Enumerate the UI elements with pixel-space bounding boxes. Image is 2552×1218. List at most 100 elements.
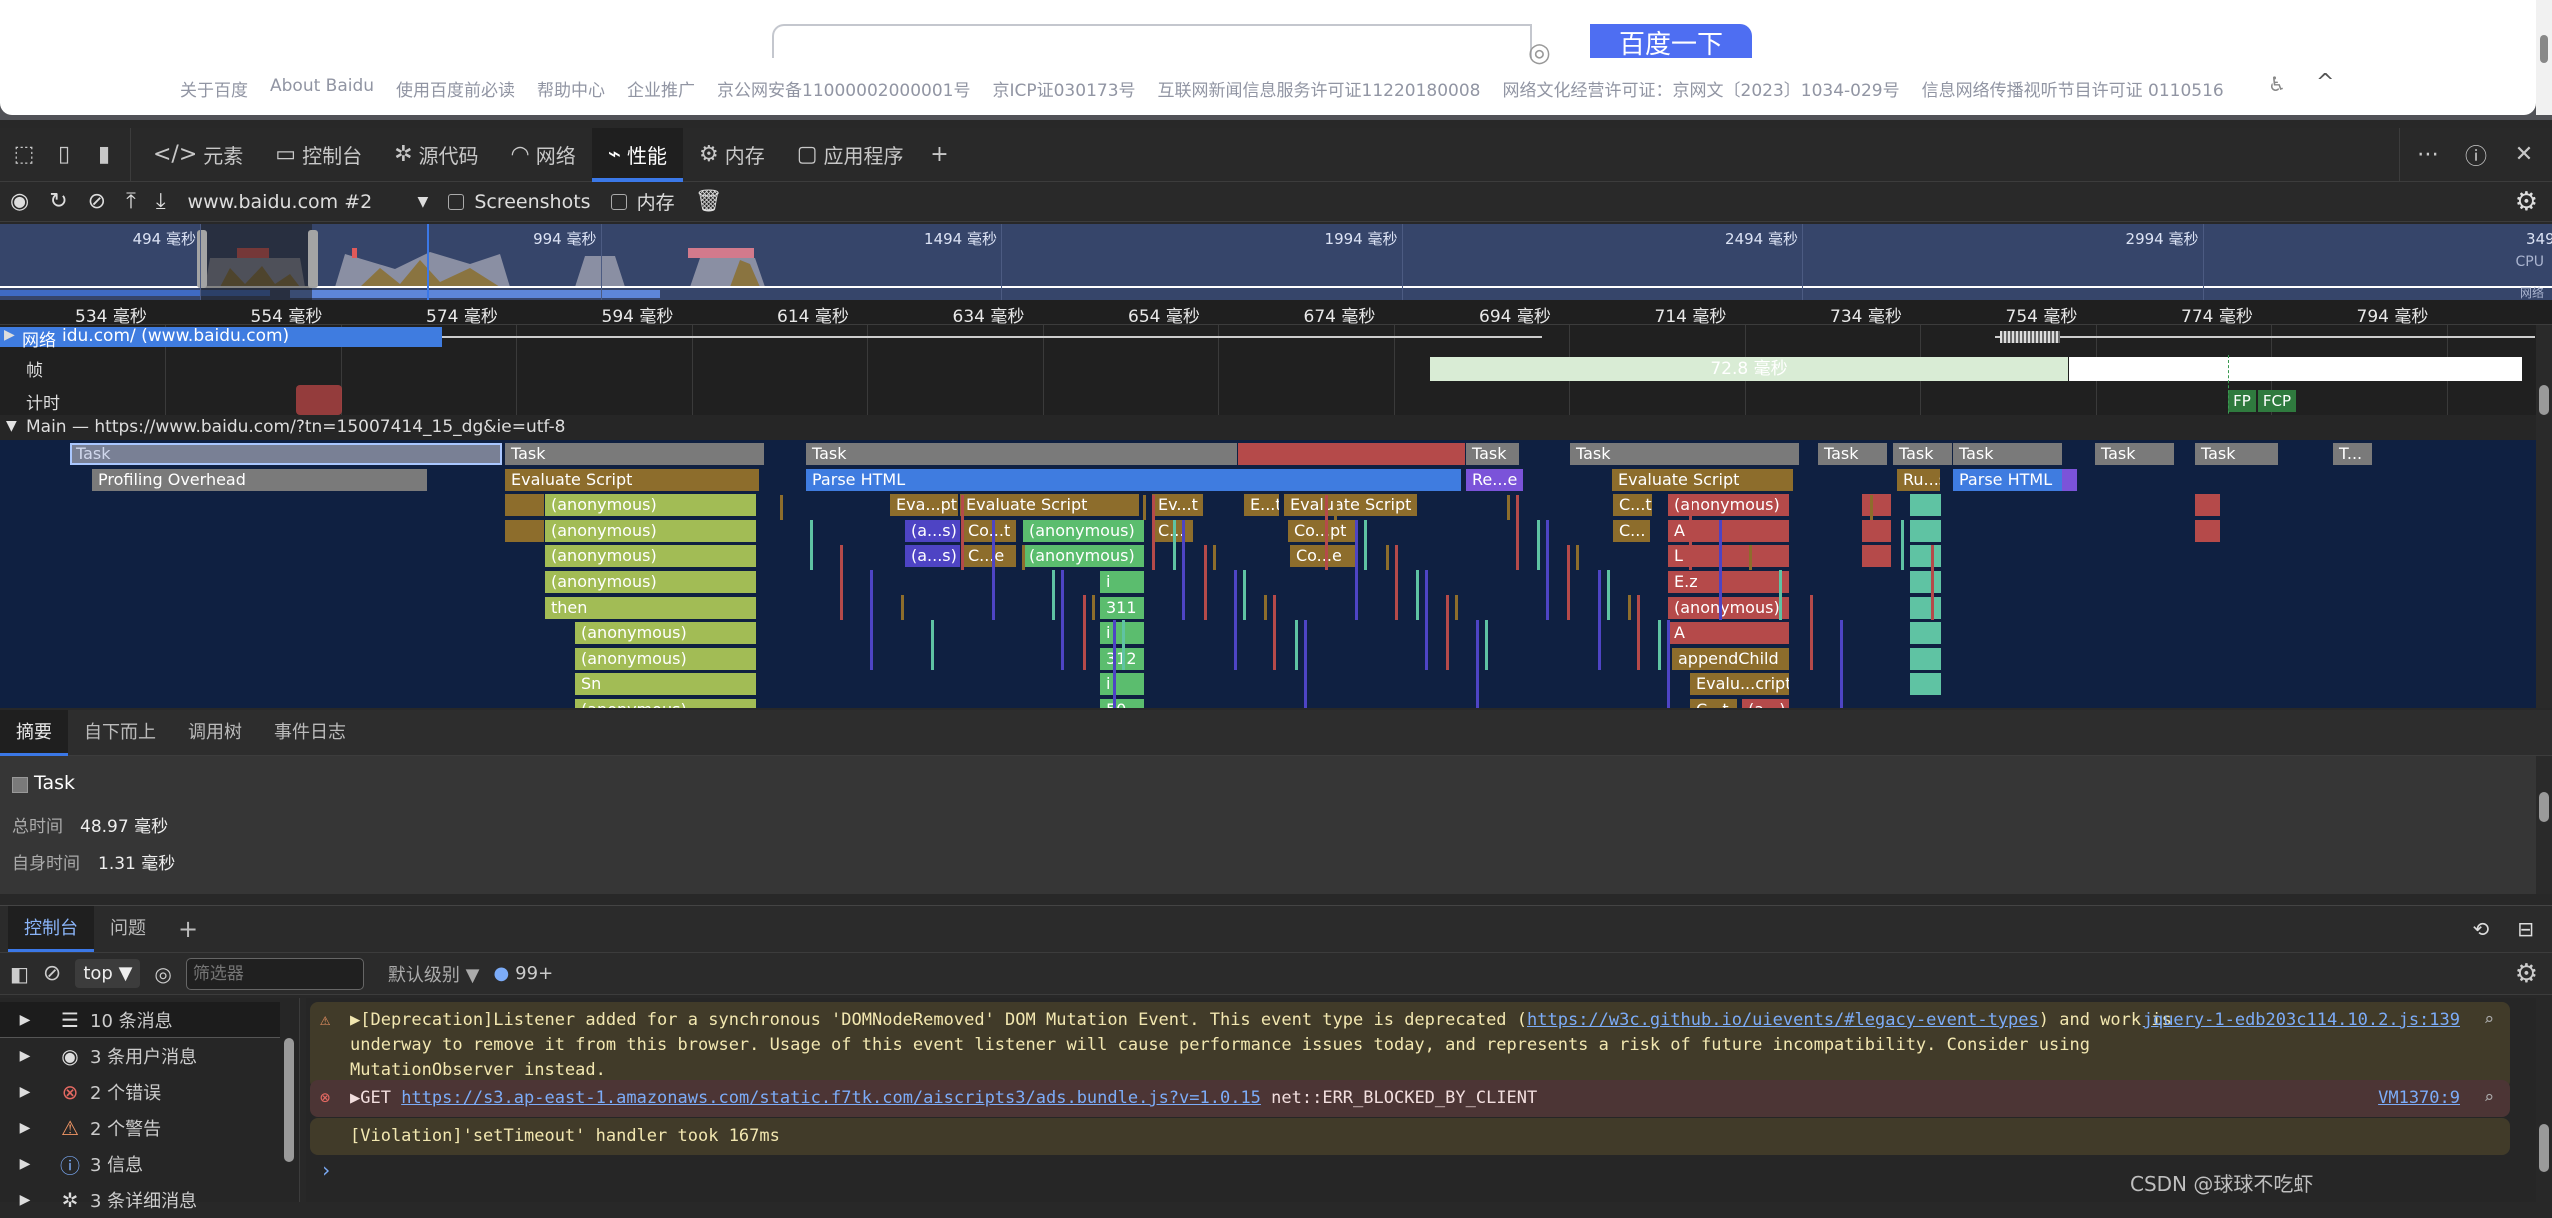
timeline-overview[interactable]: 494 毫秒 994 毫秒 1494 毫秒 1994 毫秒 2494 毫秒 2994 毫秒… [0, 224, 2552, 300]
fp-marker[interactable]: FP [2228, 390, 2256, 412]
settings-icon[interactable]: ⚙ [2515, 187, 2538, 217]
flame-block[interactable]: C...t [1690, 699, 1738, 708]
flame-chart[interactable]: Task Task Task Task Task Task Task Task Task Task… [0, 440, 2536, 708]
console-message[interactable]: ⚠ ▶[Deprecation]Listener added for a sync… [310, 1002, 2510, 1089]
tab-bug[interactable]: ✲ 源代码 [378, 128, 494, 182]
main-thread-header[interactable]: ▼ Main — https://www.baidu.com/?tn=15007… [0, 415, 2536, 440]
flame-block[interactable]: A [1668, 519, 1790, 542]
flame-block[interactable]: i [1100, 571, 1145, 593]
footer-link[interactable]: 互联网新闻信息服务许可证11220180008 [1158, 76, 1481, 101]
record-icon[interactable]: ◉ [10, 189, 29, 214]
console-settings-icon[interactable]: ⚙ [2515, 959, 2538, 989]
flame-block[interactable] [1910, 571, 1942, 593]
expand-arrow-icon[interactable]: ▶ [4, 327, 15, 343]
trash-icon[interactable]: 🗑 [695, 189, 723, 214]
chevron-up-icon[interactable]: ^ [2316, 70, 2334, 95]
close-icon[interactable]: ✕ [2504, 135, 2544, 175]
expand-arrow-icon[interactable]: ▶ [0, 1048, 50, 1064]
search-button[interactable]: 百度一下 [1590, 24, 1752, 58]
flame-block[interactable]: then [545, 596, 757, 619]
flame-block[interactable] [1910, 622, 1942, 645]
message-link[interactable]: https://s3.ap-east-1.amazonaws.com/stati… [401, 1088, 1261, 1108]
task-block[interactable]: Task [1570, 443, 1800, 465]
flame-block[interactable] [1238, 443, 1466, 465]
flame-block[interactable]: (anonymous) [545, 519, 757, 542]
dock-icon[interactable]: ▮ [84, 135, 124, 175]
tab-performance[interactable]: ⌁ 性能 [591, 127, 684, 182]
flame-block[interactable] [2062, 468, 2078, 491]
flame-block[interactable]: appendChild [1672, 647, 1790, 670]
flame-block[interactable]: (anonymous) [575, 699, 757, 708]
console-message[interactable]: [Violation]'setTimeout' handler took 167… [310, 1118, 2510, 1155]
eye-icon[interactable]: ◎ [154, 962, 171, 986]
flame-block[interactable]: E...t [1244, 494, 1280, 517]
flame-block[interactable]: Ru...s [1897, 468, 1941, 491]
frame-bar[interactable]: 72.8 毫秒 [1430, 357, 2068, 381]
flame-block[interactable]: E.z [1668, 571, 1790, 593]
flame-block[interactable]: (anonymous) [575, 647, 757, 670]
clear-console-icon[interactable]: ⊘ [43, 961, 61, 986]
flame-block[interactable] [505, 494, 545, 517]
frame-bar-idle[interactable] [2069, 357, 2522, 381]
screenshots-checkbox[interactable] [448, 193, 465, 210]
issues-count[interactable]: 99+ [515, 963, 553, 984]
flame-block[interactable]: Parse HTML [806, 468, 1462, 491]
sidebar-item[interactable]: ▶ ◉ 3 条用户消息 [0, 1038, 280, 1074]
sidebar-item[interactable]: ▶ ⓘ 3 信息 [0, 1146, 280, 1182]
flame-block[interactable]: (anonymous) [545, 545, 757, 568]
details-tab[interactable]: 自下而上 [68, 710, 172, 756]
expand-arrow-icon[interactable]: ▶ [0, 1156, 50, 1172]
flame-block[interactable]: (anonymous) [545, 494, 757, 517]
task-block[interactable]: Task [1818, 443, 1888, 465]
task-block[interactable]: Task [1953, 443, 2063, 465]
frames-track[interactable]: 帧 72.8 毫秒 [0, 352, 2536, 382]
flame-block[interactable]: (anonymous) [545, 571, 757, 593]
search-input[interactable] [772, 24, 1532, 58]
expand-arrow-icon[interactable]: ▶ [0, 1120, 50, 1136]
log-level-select[interactable]: 默认级别 ▼ [388, 961, 480, 987]
sidebar-scrollbar[interactable] [282, 1002, 296, 1198]
footer-link[interactable]: About Baidu [270, 76, 374, 101]
more-icon[interactable]: ⋯ [2408, 135, 2448, 175]
flame-block[interactable]: C... [1613, 519, 1651, 542]
flame-block[interactable]: Sn [575, 673, 757, 696]
recording-select[interactable]: www.baidu.com #2 [188, 191, 408, 213]
flame-block[interactable]: Co...t [962, 519, 1017, 542]
flame-block[interactable]: (anonymous) [1023, 519, 1145, 542]
task-block[interactable]: Task [806, 443, 1238, 465]
flame-block[interactable] [1910, 494, 1942, 517]
flame-block[interactable]: Co...e [1290, 545, 1356, 568]
tracks-scrollbar[interactable] [2536, 325, 2552, 708]
console-message[interactable]: ⊗ ▶GET https://s3.ap-east-1.amazonaws.com… [310, 1080, 2510, 1117]
flame-block[interactable]: A [1668, 622, 1790, 645]
expand-arrow-icon[interactable]: ▶ [0, 1192, 50, 1208]
task-block[interactable]: Task [505, 443, 765, 465]
flame-block[interactable]: (a...s) [905, 519, 961, 542]
flame-block[interactable]: (anonymous) [1668, 596, 1790, 619]
fcp-marker[interactable]: FCP [2258, 390, 2296, 412]
source-link[interactable]: jquery-1-edb203c114.10.2.js:139 [2143, 1008, 2460, 1033]
flame-block[interactable]: Evalu...cript [1690, 673, 1790, 696]
upload-icon[interactable]: ⤒ [126, 189, 136, 214]
expand-arrow-icon[interactable]: ▶ [0, 1012, 50, 1028]
drawer-tab-console[interactable]: 控制台 [8, 906, 94, 952]
add-tab-icon[interactable]: + [920, 135, 960, 175]
memory-checkbox[interactable] [610, 193, 627, 210]
flame-block[interactable] [2195, 519, 2221, 542]
camera-icon[interactable]: ◎ [1528, 38, 1551, 68]
console-scrollbar[interactable] [2536, 998, 2552, 1202]
details-tab[interactable]: 事件日志 [258, 710, 362, 756]
source-link[interactable]: VM1370:9 [2378, 1086, 2460, 1111]
flame-block[interactable] [1910, 545, 1942, 568]
network-track[interactable]: ▶ 网络 idu.com/ (www.baidu.com) [0, 325, 2536, 351]
flame-block[interactable]: Evaluate Script [505, 468, 760, 491]
flame-block[interactable]: (anonymous) [1668, 494, 1790, 517]
dock-console-icon[interactable]: ⟲ [2472, 917, 2489, 941]
accessibility-icon[interactable]: ♿ [2268, 72, 2286, 96]
footer-link[interactable]: 帮助中心 [537, 76, 605, 101]
flame-block[interactable]: (a...) [1742, 699, 1790, 708]
flame-block[interactable] [1862, 519, 1892, 542]
download-icon[interactable]: ⤓ [156, 189, 166, 214]
details-tab[interactable]: 摘要 [0, 709, 68, 756]
context-select[interactable]: top ▼ [75, 959, 141, 988]
